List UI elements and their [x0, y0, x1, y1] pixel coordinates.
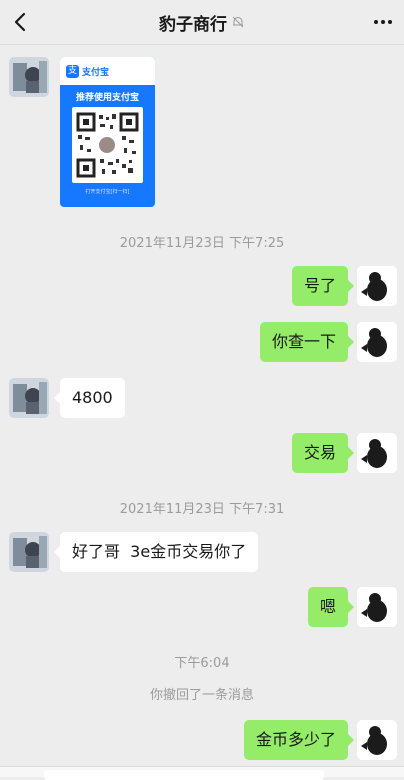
alipay-scan-hint: 打开支付宝[扫一扫] [85, 189, 130, 195]
message-bubble-self[interactable]: 你查一下 [259, 322, 355, 362]
more-dots-icon[interactable] [372, 12, 394, 32]
alipay-logo-icon: 支 [66, 64, 79, 78]
message-bubble-self[interactable]: 交易 [291, 433, 355, 473]
chat-title: 豹子商行 [159, 14, 227, 35]
avatar-contact[interactable] [9, 57, 49, 97]
chat-header: 豹子商行 [0, 0, 404, 45]
alipay-card-header: 支 支付宝 [60, 57, 155, 85]
avatar-contact[interactable] [9, 378, 49, 418]
message-bubble-self[interactable]: 金币多少了 [243, 720, 355, 760]
timestamp: 2021年11月23日 下午7:25 [119, 236, 285, 251]
message-bubble-self[interactable]: 号了 [291, 266, 355, 306]
message-input[interactable] [44, 770, 324, 780]
title-area: 豹子商行 [0, 0, 404, 44]
alipay-brand: 支付宝 [82, 67, 110, 78]
recall-notice: 你撤回了一条消息 [149, 688, 254, 703]
timestamp: 下午6:04 [174, 656, 230, 671]
qr-code-image [72, 107, 143, 183]
avatar-self[interactable] [357, 433, 397, 473]
avatar-self[interactable] [357, 720, 397, 760]
avatar-self[interactable] [357, 587, 397, 627]
avatar-contact[interactable] [9, 532, 49, 572]
bell-muted-icon [232, 16, 244, 28]
alipay-slogan: 推荐使用支付宝 [75, 93, 139, 103]
input-bar [0, 766, 404, 780]
message-bubble-self[interactable]: 嗯 [307, 587, 355, 627]
avatar-self[interactable] [357, 266, 397, 306]
timestamp: 2021年11月23日 下午7:31 [119, 502, 285, 517]
message-bubble-contact[interactable]: 4800 [54, 378, 125, 418]
message-bubble-contact[interactable]: 好了哥 3e金币交易你了 [53, 532, 259, 572]
avatar-self[interactable] [357, 322, 397, 362]
alipay-qr-card[interactable]: 支 支付宝 推荐使用支付宝 打开支付宝[扫一扫] [60, 57, 155, 207]
